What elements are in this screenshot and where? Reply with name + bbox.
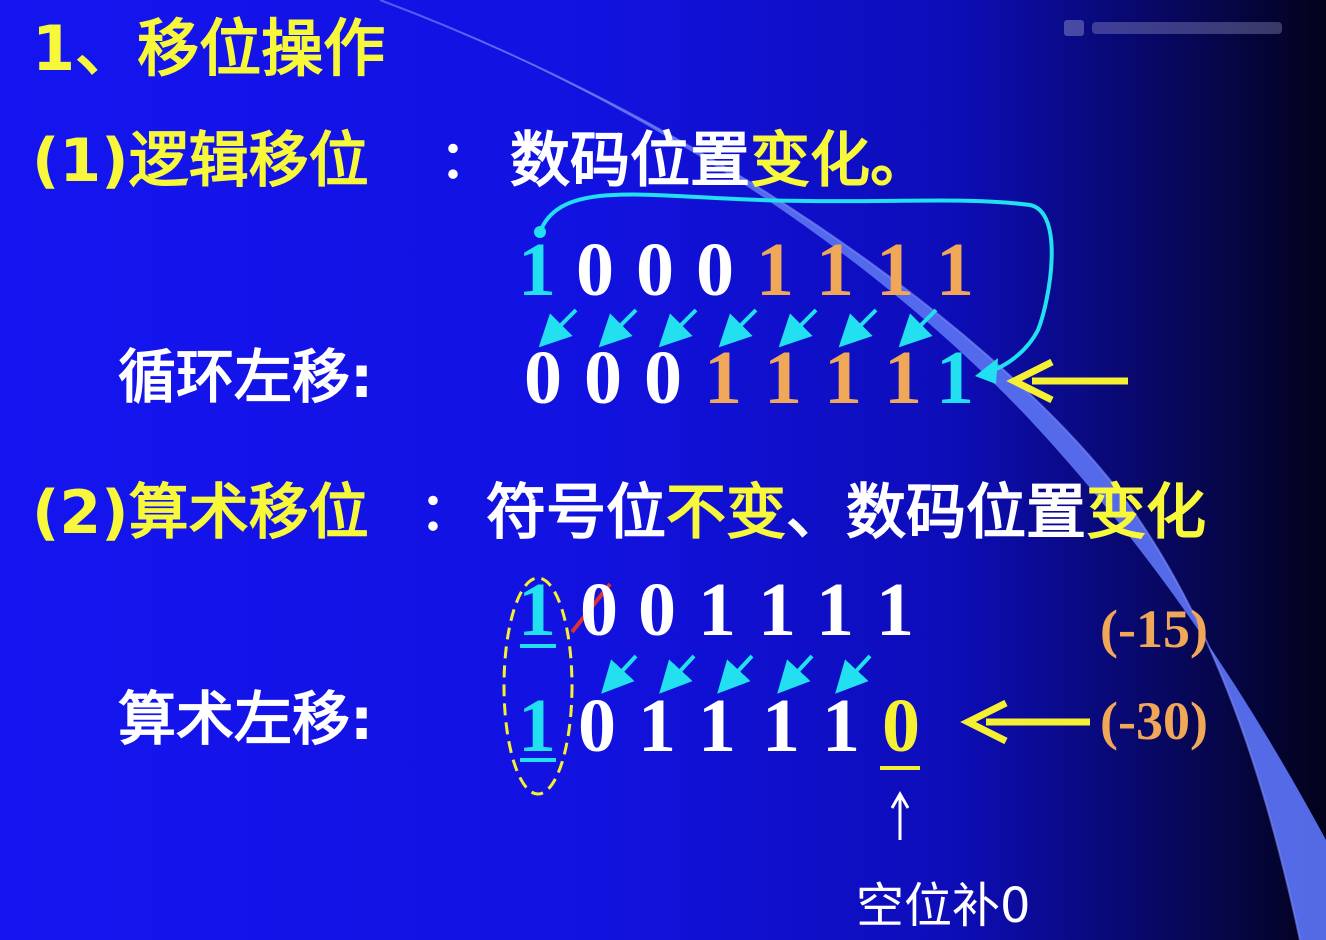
shifted-decimal-value: (-30): [1100, 691, 1208, 751]
arithmetic-annotations: [880, 699, 1090, 840]
fill-zero-note: 空位补0: [856, 878, 1031, 934]
